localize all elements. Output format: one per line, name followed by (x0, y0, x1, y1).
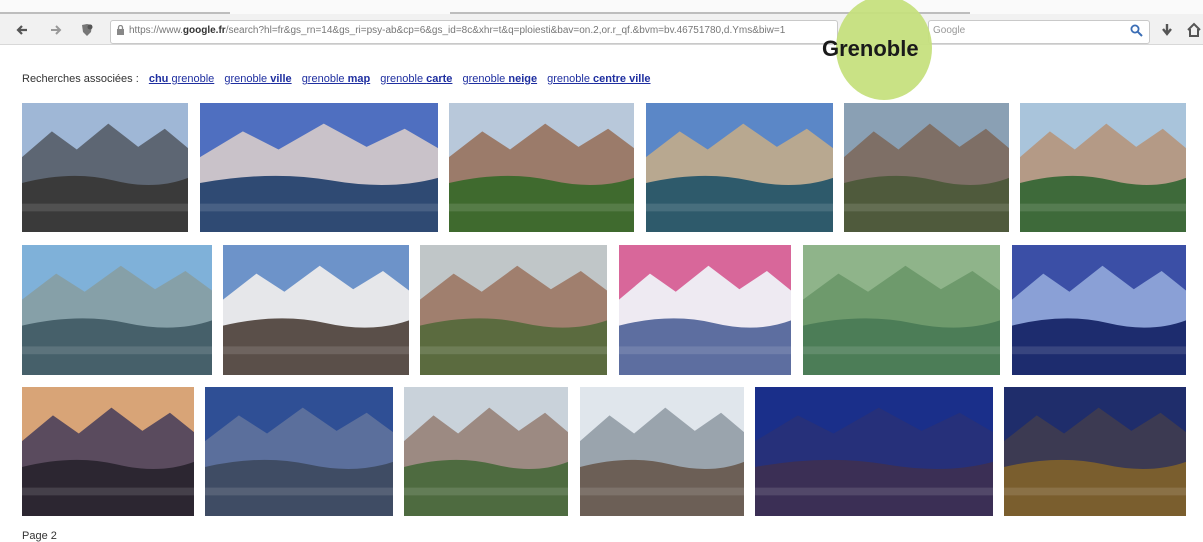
url-text: https://www.google.fr/search?hl=fr&gs_rn… (129, 25, 786, 36)
tab-divider (0, 12, 230, 14)
night-city-grid-photo (1004, 387, 1186, 516)
image-result[interactable] (420, 245, 607, 375)
image-result[interactable] (22, 103, 188, 232)
image-result[interactable] (619, 245, 791, 375)
back-button[interactable] (14, 22, 32, 40)
overlay-label: Grenoble (822, 36, 919, 61)
image-result[interactable] (844, 103, 1009, 232)
bubble-cars-rooftops-photo (420, 245, 607, 375)
forward-button[interactable] (46, 22, 64, 40)
image-result[interactable] (580, 387, 744, 516)
pink-sky-snow-river-photo (619, 245, 791, 375)
dusk-valley-lights-photo (22, 387, 194, 516)
download-arrow-icon (1162, 24, 1172, 36)
blue-mountains-stadium-photo (205, 387, 393, 516)
cable-car-riverside-photo (200, 103, 438, 232)
image-result[interactable] (803, 245, 1000, 375)
home-button[interactable] (1185, 22, 1203, 40)
image-result[interactable] (1004, 387, 1186, 516)
cloudy-peaks-city-photo (404, 387, 568, 516)
image-result[interactable] (22, 245, 212, 375)
night-plain-lights-photo (755, 387, 993, 516)
bridge-river-summer-photo (1020, 103, 1186, 232)
river-cable-car-blue-photo (646, 103, 833, 232)
snowy-peaks-cathedral-photo (223, 245, 409, 375)
home-icon (1187, 22, 1201, 37)
page-indicator: Page 2 (22, 530, 57, 542)
bookmark-button[interactable] (78, 22, 96, 40)
search-engine-label: Google (933, 25, 966, 36)
image-result[interactable] (646, 103, 833, 232)
related-link-chu-grenoble[interactable]: chu grenoble (149, 73, 214, 85)
square-clouds-mountains-photo (580, 387, 744, 516)
shield-heart-icon (82, 24, 93, 36)
arrow-left-icon (16, 25, 27, 35)
tab-strip (0, 0, 1203, 14)
related-link-grenoble-neige[interactable]: grenoble neige (462, 73, 537, 85)
lock-icon (117, 25, 124, 35)
arrow-right-icon (51, 25, 62, 35)
related-link-grenoble-carte[interactable]: grenoble carte (380, 73, 452, 85)
related-link-grenoble-centre-ville[interactable]: grenoble centre ville (547, 73, 650, 85)
image-result[interactable] (1020, 103, 1186, 232)
image-result[interactable] (223, 245, 409, 375)
image-result[interactable] (755, 387, 993, 516)
city-panorama-green-photo (449, 103, 634, 232)
valley-city-haze-photo (844, 103, 1009, 232)
night-bridge-lights-photo (1012, 245, 1186, 375)
related-link-grenoble-ville[interactable]: grenoble ville (224, 73, 291, 85)
relief-map-green-photo (803, 245, 1000, 375)
address-bar[interactable]: https://www.google.fr/search?hl=fr&gs_rn… (110, 20, 838, 44)
browser-toolbar: https://www.google.fr/search?hl=fr&gs_rn… (0, 0, 1203, 45)
image-result[interactable] (205, 387, 393, 516)
cable-cars-river-bend-photo (22, 245, 212, 375)
image-result[interactable] (22, 387, 194, 516)
search-bar[interactable]: Google (928, 20, 1150, 44)
image-result[interactable] (200, 103, 438, 232)
related-searches: Recherches associées : chu grenoble gren… (22, 73, 651, 85)
aerial-city-mountains-photo (22, 103, 188, 232)
related-searches-prefix: Recherches associées : (22, 73, 139, 85)
image-result[interactable] (404, 387, 568, 516)
image-result[interactable] (1012, 245, 1186, 375)
download-button[interactable] (1158, 22, 1176, 40)
image-result[interactable] (449, 103, 634, 232)
magnifier-icon[interactable] (1130, 24, 1143, 40)
related-link-grenoble-map[interactable]: grenoble map (302, 73, 371, 85)
